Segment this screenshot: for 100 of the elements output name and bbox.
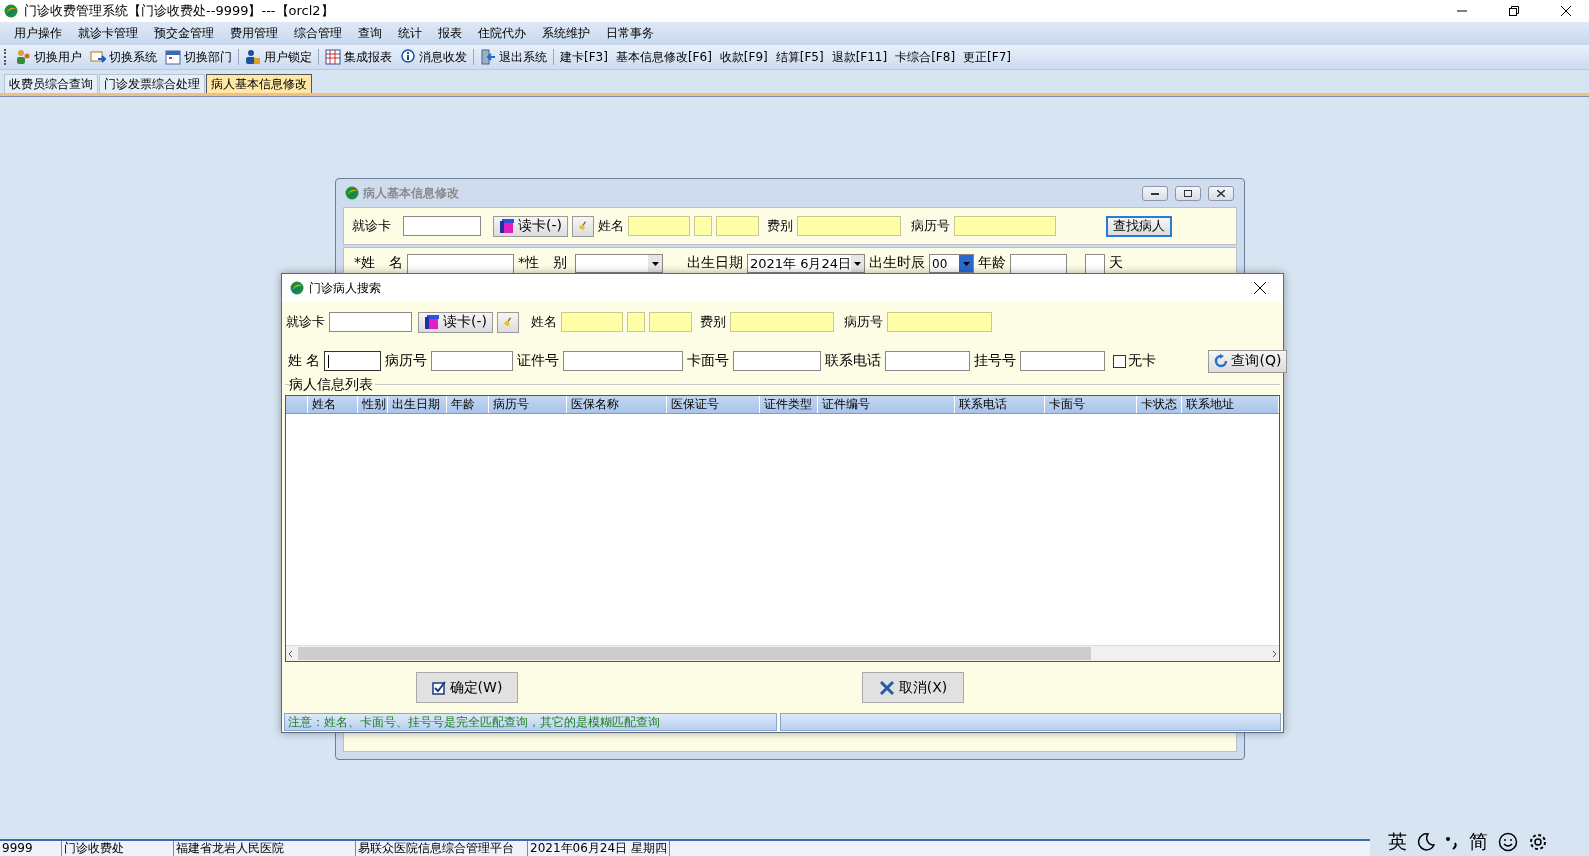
dropdown-arrow-icon (651, 261, 659, 266)
cross-icon (878, 679, 895, 696)
search-field[interactable] (431, 351, 514, 371)
age-field[interactable] (716, 216, 759, 236)
card-field[interactable] (329, 312, 412, 332)
toolbar-button[interactable]: 切换部门 (161, 46, 236, 68)
cancel-button[interactable]: 取消(X) (862, 672, 964, 703)
day-field[interactable] (1085, 254, 1105, 274)
sex-field[interactable] (694, 216, 712, 236)
read-card-button[interactable]: 读卡(-) (418, 311, 493, 333)
minimize-button[interactable] (1142, 185, 1168, 201)
menu-item[interactable]: 日常事务 (598, 25, 662, 42)
record-field[interactable] (954, 216, 1056, 236)
tab[interactable]: 门诊发票综合处理 (99, 74, 205, 93)
read-card-button[interactable]: 读卡(-) (493, 215, 568, 237)
menu-item[interactable]: 预交金管理 (146, 25, 222, 42)
column-header[interactable]: 病历号 (489, 396, 567, 413)
status-cell: 易联众医院信息综合管理平台 (356, 841, 528, 856)
field-label: 就诊卡 (286, 313, 325, 331)
menu-item[interactable]: 综合管理 (286, 25, 350, 42)
menu-item[interactable]: 统计 (390, 25, 430, 42)
name-field[interactable] (628, 216, 690, 236)
group-title: 病人信息列表 (289, 376, 375, 394)
search-field[interactable] (733, 351, 822, 371)
toolbar-button[interactable]: 收款[F9] (715, 46, 772, 68)
toolbar-button[interactable]: 退款[F11] (827, 46, 892, 68)
fee-field[interactable] (797, 216, 901, 236)
maximize-button[interactable] (1175, 185, 1201, 201)
toolbar-button[interactable]: 更正[F7] (959, 46, 1015, 68)
menu-item[interactable]: 费用管理 (222, 25, 286, 42)
app-logo-icon (4, 4, 18, 18)
field-label: 病历号 (911, 217, 950, 235)
search-field[interactable] (1020, 351, 1106, 371)
field-label: 卡面号 (687, 352, 730, 370)
column-header[interactable]: 出生日期 (388, 396, 447, 413)
column-header[interactable]: 卡面号 (1045, 396, 1137, 413)
toolbar-button[interactable]: 基本信息修改[F6] (611, 46, 716, 68)
charset-mode[interactable]: 简 (1469, 829, 1488, 855)
field-label: 挂号号 (974, 352, 1017, 370)
menu-item[interactable]: 用户操作 (6, 25, 70, 42)
card-field[interactable] (403, 216, 481, 236)
birth-date-picker[interactable]: 2021年 6月24日 (747, 254, 865, 273)
record-field[interactable] (887, 312, 992, 332)
clear-button[interactable] (572, 215, 594, 237)
fee-field[interactable] (730, 312, 834, 332)
sex-field[interactable] (627, 312, 645, 332)
search-field[interactable] (563, 351, 684, 371)
confirm-button[interactable]: 确定(W) (416, 672, 518, 703)
checkbox[interactable] (1113, 354, 1127, 368)
column-header[interactable]: 联系电话 (955, 396, 1045, 413)
toolbar-button[interactable]: 消息收发 (396, 46, 471, 68)
tab[interactable]: 收费员综合查询 (4, 74, 98, 93)
column-header[interactable]: 医保名称 (567, 396, 667, 413)
close-button[interactable] (1208, 185, 1234, 201)
moon-icon[interactable] (1417, 833, 1435, 851)
menu-item[interactable]: 住院代办 (470, 25, 534, 42)
field-label: 姓 名 (288, 352, 321, 370)
column-header[interactable]: 卡状态 (1137, 396, 1182, 413)
tab[interactable]: 病人基本信息修改 (206, 74, 312, 93)
column-header[interactable]: 联系地址 (1182, 396, 1279, 413)
field-label: 天 (1109, 254, 1123, 272)
dialog-title: 门诊病人搜索 (309, 279, 382, 297)
name-field[interactable] (407, 254, 514, 274)
search-field[interactable] (885, 351, 971, 371)
toolbar-button[interactable]: 结算[F5] (771, 46, 828, 68)
search-field[interactable] (324, 351, 382, 371)
menu-item[interactable]: 系统维护 (534, 25, 598, 42)
column-header[interactable]: 姓名 (308, 396, 358, 413)
name-field[interactable] (561, 312, 623, 332)
toolbar-button[interactable]: 集成报表 (321, 46, 396, 68)
find-patient-button[interactable]: 查找病人 (1106, 215, 1172, 237)
age-field[interactable] (649, 312, 692, 332)
toolbar-button[interactable]: 切换用户 (11, 46, 86, 68)
menu-item[interactable]: 查询 (350, 25, 390, 42)
smiley-icon[interactable] (1498, 832, 1518, 852)
toolbar-button[interactable]: 退出系统 (476, 46, 551, 68)
column-header[interactable]: 证件类型 (760, 396, 818, 413)
age-field[interactable] (1010, 254, 1067, 274)
birth-hour-select[interactable]: 00 (929, 254, 974, 273)
column-header[interactable]: 性别 (358, 396, 388, 413)
menu-item[interactable]: 报表 (430, 25, 470, 42)
query-button[interactable]: 查询(Q) (1208, 349, 1288, 373)
input-language[interactable]: 英 (1388, 829, 1407, 855)
column-header[interactable]: 医保证号 (667, 396, 760, 413)
column-header[interactable]: 年龄 (447, 396, 489, 413)
punctuation-icon[interactable] (1445, 834, 1459, 850)
toolbar-button[interactable]: 用户锁定 (241, 46, 316, 68)
column-header[interactable]: 证件编号 (818, 396, 955, 413)
toolbar-button[interactable]: 建卡[F3] (556, 46, 612, 68)
dropdown-arrow-icon (962, 261, 970, 266)
field-label: 病历号 (844, 313, 883, 331)
toolbar-button[interactable]: 卡综合[F8] (891, 46, 960, 68)
settings-icon[interactable] (1528, 832, 1548, 852)
app-logo-icon (345, 186, 359, 200)
maximize-icon (1184, 189, 1192, 197)
clear-button[interactable] (497, 311, 519, 333)
toolbar-button[interactable]: 切换系统 (86, 46, 161, 68)
horizontal-scrollbar[interactable] (286, 645, 1279, 661)
menu-item[interactable]: 就诊卡管理 (70, 25, 146, 42)
sex-select[interactable] (575, 254, 663, 273)
